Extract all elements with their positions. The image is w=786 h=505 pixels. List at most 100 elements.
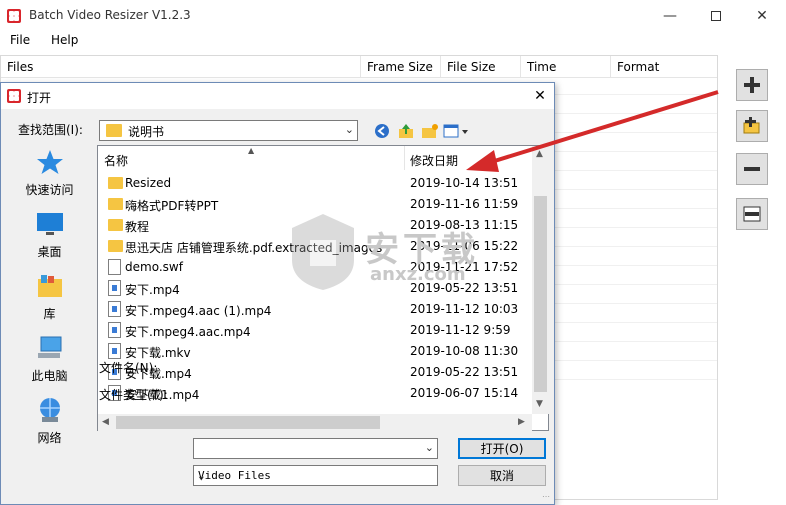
add-folder-icon — [743, 117, 760, 134]
open-button[interactable]: 打开(O) — [458, 438, 546, 459]
app-logo-icon — [7, 89, 21, 103]
file-name: 安下.mp4 — [125, 283, 180, 297]
clear-list-icon — [743, 206, 761, 222]
maximize-icon — [711, 10, 721, 21]
place-library[interactable]: 库 — [7, 267, 92, 325]
file-name: 安下.mpeg4.aac.mp4 — [125, 325, 251, 339]
view-menu-button[interactable] — [443, 122, 471, 140]
watermark-logo-icon — [292, 214, 354, 290]
cancel-button[interactable]: 取消 — [458, 465, 546, 486]
document-icon — [108, 259, 121, 275]
minimize-button[interactable]: — — [647, 0, 693, 31]
plus-icon — [744, 77, 760, 93]
column-files[interactable]: Files — [7, 60, 33, 74]
folder-icon — [108, 198, 123, 210]
file-name: 嗨格式PDF转PPT — [125, 199, 219, 213]
file-name: Resized — [125, 176, 172, 190]
place-label: 此电脑 — [31, 369, 68, 383]
file-name: demo.swf — [125, 260, 183, 274]
column-frame-size[interactable]: Frame Size — [367, 60, 433, 74]
library-icon — [38, 275, 62, 297]
scroll-up-icon[interactable]: ▲ — [536, 149, 543, 159]
clear-list-button[interactable] — [736, 198, 768, 230]
remove-file-button[interactable] — [736, 153, 768, 185]
places-bar: 快速访问 桌面 库 此电脑 网络 — [7, 143, 92, 445]
dialog-close-button[interactable]: ✕ — [529, 85, 551, 107]
window-title: Batch Video Resizer V1.2.3 — [29, 8, 191, 22]
add-folder-button[interactable] — [736, 110, 768, 142]
look-in-select[interactable]: 说明书 ⌄ — [99, 120, 358, 141]
close-icon: ✕ — [534, 88, 546, 104]
new-folder-button[interactable] — [421, 122, 439, 140]
minus-icon — [744, 167, 760, 171]
folder-icon — [108, 240, 123, 252]
menu-help[interactable]: Help — [51, 33, 78, 47]
place-quick-access[interactable]: 快速访问 — [7, 143, 92, 201]
column-file-size[interactable]: File Size — [447, 60, 496, 74]
up-folder-button[interactable] — [397, 122, 415, 140]
file-row[interactable]: 安下.mpeg4.aac.mp4 2019-11-12 9:59 — [98, 320, 532, 341]
file-type-select[interactable]: Video Files ⌄ — [193, 465, 438, 486]
file-date: 2019-06-07 15:14 — [410, 386, 519, 400]
file-row[interactable]: 安下载.mkv 2019-10-08 11:30 — [98, 341, 532, 362]
scroll-down-icon[interactable]: ▼ — [536, 399, 543, 409]
grid-header: Files Frame Size File Size Time Format — [1, 56, 717, 78]
vertical-scrollbar[interactable]: ▲ ▼ — [532, 146, 549, 414]
resize-grip-icon[interactable]: ⋯ — [542, 492, 550, 501]
place-this-pc[interactable]: 此电脑 — [7, 329, 92, 387]
dialog-title-bar: 打开 ✕ — [1, 83, 554, 109]
watermark-subtext: anxz.com — [370, 264, 466, 285]
file-type-label: 文件类型(T): — [99, 388, 168, 402]
file-date: 2019-11-12 10:03 — [410, 302, 519, 316]
desktop-icon — [37, 213, 63, 235]
sort-arrow-icon: ▲ — [248, 146, 255, 155]
folder-icon — [106, 124, 122, 137]
column-name[interactable]: 名称 — [104, 152, 128, 169]
file-date: 2019-10-08 11:30 — [410, 344, 519, 358]
back-button[interactable] — [373, 122, 391, 140]
title-bar: Batch Video Resizer V1.2.3 — ✕ — [0, 0, 786, 31]
chevron-down-icon: ⌄ — [198, 469, 205, 482]
chevron-down-icon[interactable]: ⌄ — [425, 441, 434, 454]
place-label: 快速访问 — [25, 183, 74, 197]
file-date: 2019-11-16 11:59 — [410, 197, 519, 211]
computer-icon — [38, 336, 62, 358]
menu-bar — [0, 31, 786, 51]
app-logo-icon — [7, 9, 21, 23]
horizontal-scroll-thumb[interactable] — [116, 416, 380, 429]
dialog-title: 打开 — [27, 91, 52, 105]
file-row[interactable]: 安下.mpeg4.aac (1).mp4 2019-11-12 10:03 — [98, 299, 532, 320]
video-file-icon — [108, 301, 121, 317]
minimize-icon: — — [663, 7, 677, 24]
column-format[interactable]: Format — [617, 60, 659, 74]
place-label: 库 — [43, 307, 56, 321]
maximize-button[interactable] — [693, 0, 739, 31]
add-files-button[interactable] — [736, 69, 768, 101]
file-name-input[interactable]: ⌄ — [193, 438, 438, 459]
look-in-label: 查找范围(I): — [18, 123, 83, 137]
network-icon — [40, 398, 60, 422]
file-name-label: 文件名(N): — [99, 361, 158, 375]
file-list-header: ▲ 名称 修改日期 — [98, 146, 532, 170]
horizontal-scrollbar[interactable]: ◀ ▶ — [98, 414, 532, 431]
file-name: 教程 — [125, 220, 150, 234]
file-row[interactable]: Resized 2019-10-14 13:51 — [98, 173, 532, 194]
chevron-down-icon: ⌄ — [344, 123, 354, 136]
close-button[interactable]: ✕ — [739, 0, 785, 31]
video-file-icon — [108, 322, 121, 338]
place-desktop[interactable]: 桌面 — [7, 205, 92, 263]
place-network[interactable]: 网络 — [7, 391, 92, 449]
menu-file[interactable]: File — [10, 33, 30, 47]
scroll-right-icon[interactable]: ▶ — [518, 417, 525, 427]
place-label: 网络 — [37, 431, 62, 445]
column-modified-date[interactable]: 修改日期 — [410, 152, 458, 169]
file-row[interactable]: 安下载.mp4 2019-05-22 13:51 — [98, 362, 532, 383]
folder-icon — [108, 219, 123, 231]
file-date: 2019-05-22 13:51 — [410, 365, 519, 379]
place-label: 桌面 — [37, 245, 62, 259]
look-in-value: 说明书 — [128, 125, 165, 139]
scroll-left-icon[interactable]: ◀ — [102, 417, 109, 427]
video-file-icon — [108, 343, 121, 359]
column-time[interactable]: Time — [527, 60, 556, 74]
vertical-scroll-thumb[interactable] — [534, 196, 547, 392]
